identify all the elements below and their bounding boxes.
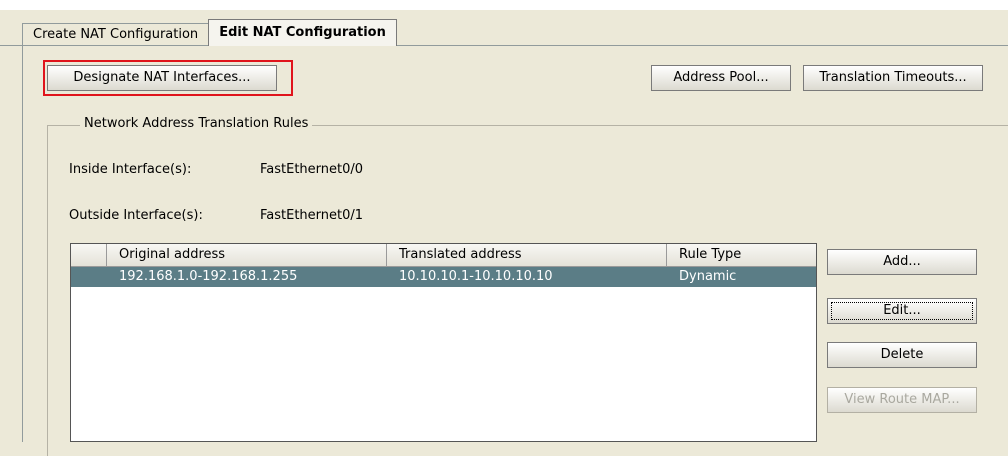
table-row[interactable]: 192.168.1.0-192.168.1.255 10.10.10.1-10.…: [71, 267, 816, 287]
nat-rules-table[interactable]: Original address Translated address Rule…: [70, 243, 817, 442]
groupbox-title: Network Address Translation Rules: [80, 116, 313, 131]
edit-nat-panel: Designate NAT Interfaces... Address Pool…: [22, 46, 1008, 456]
column-header-original-address[interactable]: Original address: [107, 244, 387, 266]
edit-rule-button[interactable]: Edit...: [827, 298, 977, 324]
inside-interfaces-value: FastEthernet0/0: [260, 162, 364, 177]
outside-interfaces-value: FastEthernet0/1: [260, 208, 364, 223]
rule-type-cell: Dynamic: [679, 269, 737, 284]
column-header-translated-address[interactable]: Translated address: [387, 244, 667, 266]
column-header-rule-type[interactable]: Rule Type: [667, 244, 816, 266]
address-pool-button[interactable]: Address Pool...: [651, 65, 791, 91]
view-route-map-button[interactable]: View Route MAP...: [827, 387, 977, 413]
translation-timeouts-button[interactable]: Translation Timeouts...: [803, 65, 983, 91]
column-header-marker: [71, 244, 107, 266]
outside-interfaces-label: Outside Interface(s):: [69, 208, 203, 223]
highlight-annotation-box: [43, 60, 293, 96]
table-header: Original address Translated address Rule…: [71, 244, 816, 267]
tab-edit-nat-configuration[interactable]: Edit NAT Configuration: [208, 19, 397, 46]
add-rule-button[interactable]: Add...: [827, 249, 977, 275]
inside-interfaces-label: Inside Interface(s):: [69, 162, 192, 177]
delete-rule-button[interactable]: Delete: [827, 342, 977, 368]
tab-strip: Create NAT Configuration Edit NAT Config…: [22, 19, 397, 46]
original-address-cell: 192.168.1.0-192.168.1.255: [119, 269, 298, 284]
tab-create-nat-configuration[interactable]: Create NAT Configuration: [22, 23, 210, 46]
window-top-strip: [0, 0, 1008, 10]
row-marker-cell: [71, 267, 107, 287]
translated-address-cell: 10.10.10.1-10.10.10.10: [399, 269, 553, 284]
